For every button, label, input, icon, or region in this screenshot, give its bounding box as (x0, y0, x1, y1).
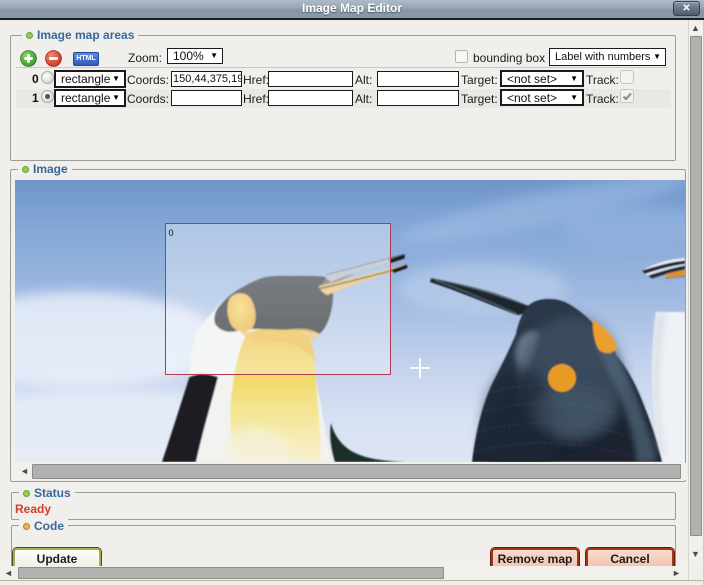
svg-text:0: 0 (169, 228, 174, 238)
